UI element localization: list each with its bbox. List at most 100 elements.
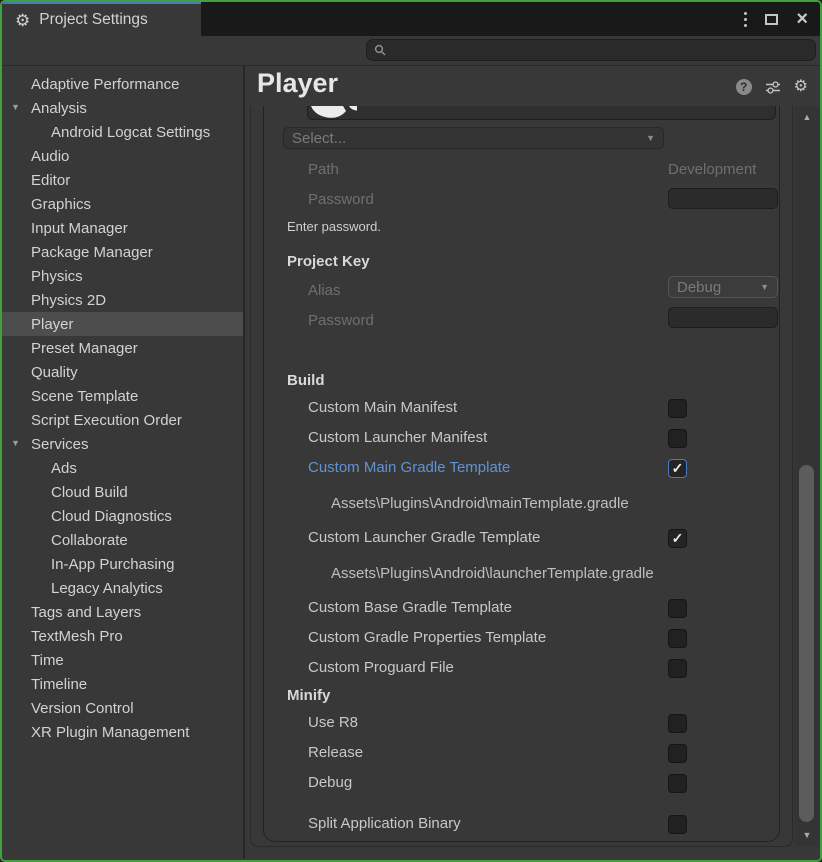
scroll-down-arrow-icon[interactable]: ▼ — [794, 831, 820, 840]
sidebar-item-label: Input Manager — [31, 220, 128, 237]
custom-base-gradle-template-checkbox[interactable] — [668, 599, 687, 618]
close-icon[interactable]: × — [796, 9, 808, 29]
custom-launcher-gradle-template-checkbox[interactable]: ✓ — [668, 529, 687, 548]
sidebar-item-time[interactable]: Time — [2, 648, 243, 672]
use-r8-label: Use R8 — [308, 713, 358, 733]
custom-launcher-manifest-checkbox[interactable] — [668, 429, 687, 448]
debug-checkbox[interactable] — [668, 774, 687, 793]
scrollbar-thumb[interactable] — [799, 465, 814, 822]
sidebar-item-package-manager[interactable]: Package Manager — [2, 240, 243, 264]
project-key-header: Project Key — [287, 252, 370, 272]
sidebar-item-label: Editor — [31, 172, 70, 189]
project-settings-tab[interactable]: ⚙ Project Settings — [2, 2, 201, 36]
checkmark-icon: ✓ — [672, 461, 684, 475]
sidebar-item-in-app-purchasing[interactable]: In-App Purchasing — [2, 552, 243, 576]
custom-launcher-gradle-template-label: Custom Launcher Gradle Template — [308, 528, 540, 548]
sidebar-item-cloud-build[interactable]: Cloud Build — [2, 480, 243, 504]
sidebar-item-android-logcat-settings[interactable]: Android Logcat Settings — [2, 120, 243, 144]
sidebar-item-legacy-analytics[interactable]: Legacy Analytics — [2, 576, 243, 600]
project-settings-window: ⚙ Project Settings × Adaptive Performanc… — [0, 0, 822, 862]
sidebar-item-quality[interactable]: Quality — [2, 360, 243, 384]
keystore-password-field[interactable] — [668, 188, 778, 209]
project-key-password-label: Password — [308, 311, 374, 331]
sidebar-item-input-manager[interactable]: Input Manager — [2, 216, 243, 240]
custom-base-gradle-template-label: Custom Base Gradle Template — [308, 598, 512, 618]
sidebar-item-label: Cloud Build — [51, 484, 128, 501]
sidebar-item-xr-plugin-management[interactable]: XR Plugin Management — [2, 720, 243, 744]
sidebar-item-label: TextMesh Pro — [31, 628, 123, 645]
keystore-select-label: Select... — [292, 130, 346, 147]
kebab-menu-icon[interactable] — [744, 12, 747, 27]
sidebar-item-label: Version Control — [31, 700, 134, 717]
sidebar-item-label: Timeline — [31, 676, 87, 693]
page-title: Player — [257, 68, 338, 99]
sidebar-item-preset-manager[interactable]: Preset Manager — [2, 336, 243, 360]
toolbar — [2, 36, 820, 66]
sidebar-item-services[interactable]: ▼Services — [2, 432, 243, 456]
sidebar-item-label: Physics 2D — [31, 292, 106, 309]
sidebar-item-ads[interactable]: Ads — [2, 456, 243, 480]
sidebar-item-physics-2d[interactable]: Physics 2D — [2, 288, 243, 312]
keystore-select-dropdown[interactable]: Select... ▼ — [283, 127, 664, 149]
foldout-arrow-icon[interactable]: ▼ — [11, 103, 20, 112]
custom-proguard-file-checkbox[interactable] — [668, 659, 687, 678]
sidebar-item-adaptive-performance[interactable]: Adaptive Performance — [2, 72, 243, 96]
sidebar-item-label: Adaptive Performance — [31, 76, 179, 93]
keystore-path-field[interactable] — [307, 106, 776, 120]
scroll-up-arrow-icon[interactable]: ▲ — [794, 113, 820, 122]
sidebar-item-label: Scene Template — [31, 388, 138, 405]
sidebar-item-audio[interactable]: Audio — [2, 144, 243, 168]
release-checkbox[interactable] — [668, 744, 687, 763]
sidebar-item-textmesh-pro[interactable]: TextMesh Pro — [2, 624, 243, 648]
enter-password-helper-text: Enter password. — [287, 219, 381, 235]
sidebar-item-label: Ads — [51, 460, 77, 477]
sidebar-item-collaborate[interactable]: Collaborate — [2, 528, 243, 552]
sidebar-item-scene-template[interactable]: Scene Template — [2, 384, 243, 408]
maximize-icon[interactable] — [765, 14, 778, 25]
sidebar-item-version-control[interactable]: Version Control — [2, 696, 243, 720]
sidebar-item-tags-and-layers[interactable]: Tags and Layers — [2, 600, 243, 624]
project-key-password-input[interactable] — [669, 308, 777, 327]
main-split: Adaptive Performance ▼ Analysis Android Log… — [2, 66, 820, 859]
player-settings-panel: Player ? ⚙ — [245, 66, 820, 859]
search-input[interactable] — [391, 40, 815, 60]
use-r8-checkbox[interactable] — [668, 714, 687, 733]
sidebar-item-label: Preset Manager — [31, 340, 138, 357]
sidebar-item-physics[interactable]: Physics — [2, 264, 243, 288]
sidebar-item-editor[interactable]: Editor — [2, 168, 243, 192]
sidebar-item-label: Script Execution Order — [31, 412, 182, 429]
custom-main-gradle-template-checkbox[interactable]: ✓ — [668, 459, 687, 478]
sidebar-item-label: Analysis — [31, 100, 87, 117]
search-field[interactable] — [366, 39, 816, 61]
sidebar-item-label: Tags and Layers — [31, 604, 141, 621]
keystore-password-input[interactable] — [669, 189, 777, 208]
sidebar-item-label: Android Logcat Settings — [51, 124, 210, 141]
gear-icon[interactable]: ⚙ — [794, 79, 808, 95]
sidebar-item-script-execution-order[interactable]: Script Execution Order — [2, 408, 243, 432]
sidebar-item-player[interactable]: Player — [2, 312, 243, 336]
preset-icon[interactable] — [765, 80, 781, 95]
debug-label: Debug — [308, 773, 352, 793]
vertical-scrollbar: ▲ ▼ — [794, 106, 820, 847]
sidebar-item-label: Audio — [31, 148, 69, 165]
sidebar-item-timeline[interactable]: Timeline — [2, 672, 243, 696]
settings-category-list: Adaptive Performance ▼ Analysis Android Log… — [2, 66, 245, 859]
sidebar-item-label: Time — [31, 652, 64, 669]
sidebar-item-graphics[interactable]: Graphics — [2, 192, 243, 216]
settings-gear-icon: ⚙ — [15, 12, 30, 29]
split-application-binary-checkbox[interactable] — [668, 815, 687, 834]
alias-dropdown[interactable]: Debug ▼ — [668, 276, 778, 298]
help-icon[interactable]: ? — [736, 79, 752, 95]
sidebar-item-label: In-App Purchasing — [51, 556, 174, 573]
sidebar-item-analysis[interactable]: ▼ Analysis — [2, 96, 243, 120]
gradle-path-text: Assets\Plugins\Android\mainTemplate.grad… — [331, 494, 629, 514]
foldout-arrow-icon[interactable]: ▼ — [11, 439, 20, 448]
custom-main-manifest-checkbox[interactable] — [668, 399, 687, 418]
custom-gradle-properties-template-label: Custom Gradle Properties Template — [308, 628, 546, 648]
panel-header: Player ? ⚙ — [245, 66, 820, 106]
header-icons: ? ⚙ — [736, 79, 808, 95]
custom-gradle-properties-template-checkbox[interactable] — [668, 629, 687, 648]
sidebar-item-label: Package Manager — [31, 244, 153, 261]
sidebar-item-cloud-diagnostics[interactable]: Cloud Diagnostics — [2, 504, 243, 528]
project-key-password-field[interactable] — [668, 307, 778, 328]
